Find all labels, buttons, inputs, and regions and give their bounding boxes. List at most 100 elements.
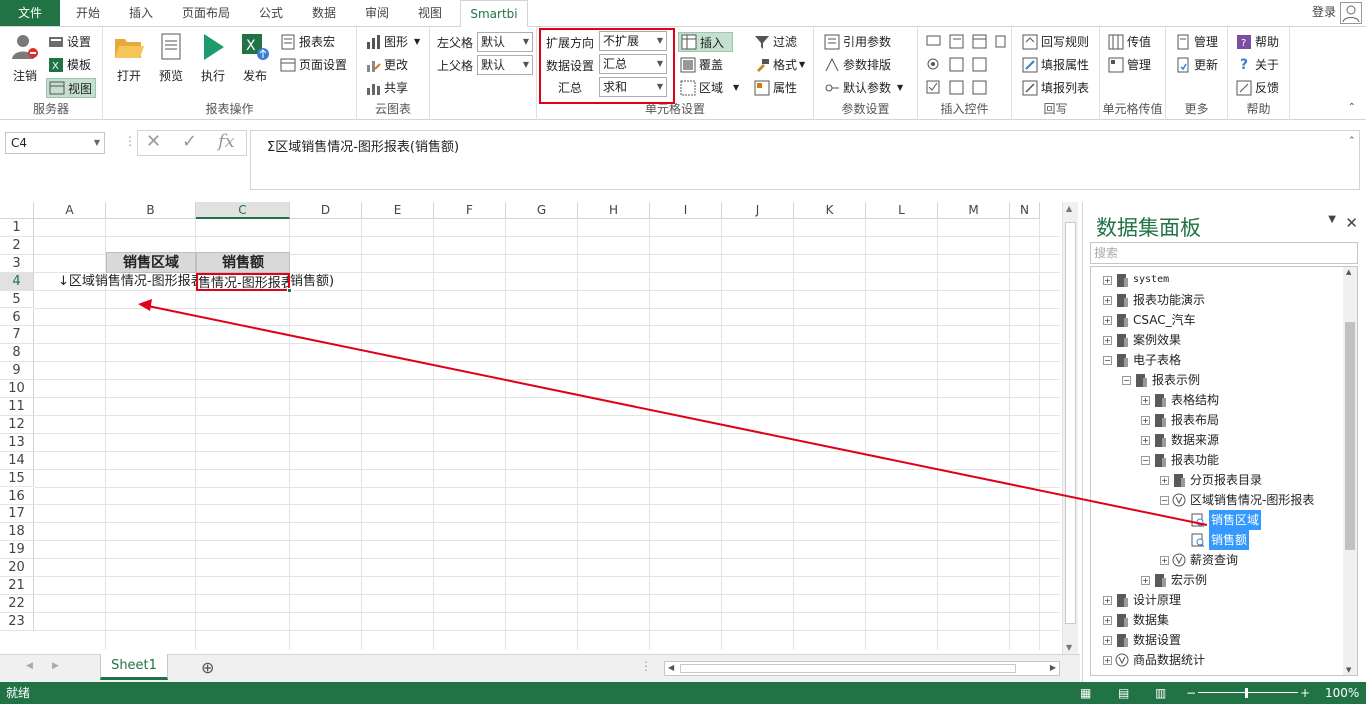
add-sheet-icon[interactable]: ⊕ <box>201 658 214 677</box>
tree-item-6[interactable]: + 表格结构 <box>1141 390 1219 410</box>
page-break-view-icon[interactable]: ▥ <box>1155 682 1166 704</box>
tree-item-0[interactable]: + system <box>1103 270 1169 290</box>
scroll-right-icon[interactable]: ▶ <box>1050 663 1056 672</box>
column-header-i[interactable]: I <box>650 202 722 219</box>
sheet-tab-sheet1[interactable]: Sheet1 <box>100 654 168 680</box>
fill-list-button[interactable]: 填报列表 <box>1022 79 1089 96</box>
scroll-left-icon[interactable]: ◀ <box>668 663 674 672</box>
column-header-a[interactable]: A <box>34 202 106 219</box>
vertical-scrollbar[interactable]: ▲ ▼ <box>1062 202 1078 654</box>
expand-icon[interactable]: + <box>1141 415 1150 425</box>
expand-icon[interactable]: + <box>1103 595 1112 605</box>
cell-c3-sales-amount[interactable]: 销售额 <box>196 251 290 273</box>
insert-button[interactable]: 插入 <box>678 32 734 52</box>
column-header-j[interactable]: J <box>722 202 794 219</box>
collapse-icon[interactable]: − <box>1103 355 1112 365</box>
row-header-11[interactable]: 11 <box>0 398 34 416</box>
cell-b4-region-field[interactable]: ↓区域销售情况-图形报表(销 <box>58 273 208 291</box>
login-link[interactable]: 登录 <box>1312 0 1336 24</box>
feedback-button[interactable]: 反馈 <box>1236 79 1279 96</box>
row-header-10[interactable]: 10 <box>0 380 34 398</box>
format-dropdown-icon[interactable]: ▼ <box>799 60 805 69</box>
select-all-corner[interactable] <box>0 202 34 219</box>
tree-item-4[interactable]: − 电子表格 <box>1103 350 1181 370</box>
fill-property-button[interactable]: 填报属性 <box>1022 56 1089 73</box>
tree-scrollbar[interactable]: ▲ ▼ <box>1343 267 1357 675</box>
area-button[interactable]: 区域 ▼ <box>680 79 739 96</box>
user-icon[interactable] <box>1340 2 1362 24</box>
column-header-b[interactable]: B <box>106 202 196 219</box>
row-header-4[interactable]: 4 <box>0 272 34 291</box>
column-header-h[interactable]: H <box>578 202 650 219</box>
tree-item-13[interactable]: 销售额 <box>1179 530 1250 550</box>
expand-icon[interactable]: + <box>1103 615 1112 625</box>
tree-item-2[interactable]: + CSAC_汽车 <box>1103 310 1196 330</box>
tree-item-10[interactable]: + 分页报表目录 <box>1160 470 1262 490</box>
control-icons-grid[interactable] <box>926 34 1006 96</box>
row-header-2[interactable]: 2 <box>0 236 34 255</box>
formula-bar-grip[interactable]: ⋮ <box>124 134 136 148</box>
row-header-22[interactable]: 22 <box>0 594 34 613</box>
expand-icon[interactable]: + <box>1103 655 1112 665</box>
update-button[interactable]: 更新 <box>1175 56 1218 73</box>
about-button[interactable]: ? 关于 <box>1236 56 1279 73</box>
expand-icon[interactable]: + <box>1141 575 1150 585</box>
filter-button[interactable]: 过滤 <box>754 33 797 50</box>
collapse-icon[interactable]: − <box>1122 375 1131 385</box>
column-header-d[interactable]: D <box>290 202 362 219</box>
share-button[interactable]: 共享 <box>365 79 408 96</box>
row-header-13[interactable]: 13 <box>0 433 34 452</box>
tree-scroll-down-icon[interactable]: ▼ <box>1346 666 1351 674</box>
tree-item-15[interactable]: + 宏示例 <box>1141 570 1207 590</box>
row-header-8[interactable]: 8 <box>0 344 34 363</box>
format-button[interactable]: 格式 ▼ <box>754 56 805 73</box>
row-header-14[interactable]: 14 <box>0 451 34 470</box>
expand-icon[interactable]: + <box>1103 275 1112 285</box>
tree-item-14[interactable]: + 薪资查询 <box>1160 550 1238 570</box>
expand-icon[interactable]: + <box>1160 555 1169 565</box>
horizontal-scroll-thumb[interactable] <box>680 664 1016 673</box>
modify-button[interactable]: 更改 <box>365 56 408 73</box>
row-header-19[interactable]: 19 <box>0 541 34 560</box>
cell-b3-sales-region[interactable]: 销售区域 <box>106 251 196 273</box>
tree-item-11[interactable]: − 区域销售情况-图形报表 <box>1160 490 1314 510</box>
column-header-l[interactable]: L <box>866 202 938 219</box>
name-box[interactable]: C4 ▼ <box>5 132 105 154</box>
zoom-slider-handle[interactable] <box>1245 688 1248 698</box>
fill-handle[interactable] <box>287 287 292 293</box>
manage-button[interactable]: 管理 <box>1175 33 1218 50</box>
expand-icon[interactable]: + <box>1103 635 1112 645</box>
formula-input[interactable]: Σ区域销售情况-图形报表(销售额) <box>250 130 1360 190</box>
tree-item-9[interactable]: − 报表功能 <box>1141 450 1219 470</box>
tree-item-8[interactable]: + 数据来源 <box>1141 430 1219 450</box>
tree-item-5[interactable]: − 报表示例 <box>1122 370 1200 390</box>
tab-split-grip[interactable]: ⋮ <box>640 659 652 673</box>
row-header-20[interactable]: 20 <box>0 559 34 577</box>
tree-item-18[interactable]: + 数据设置 <box>1103 630 1181 650</box>
expand-icon[interactable]: + <box>1160 475 1169 485</box>
pass-manage-button[interactable]: 管理 <box>1108 56 1151 73</box>
tree-scroll-up-icon[interactable]: ▲ <box>1346 268 1351 276</box>
normal-view-icon[interactable]: ▦ <box>1080 682 1091 704</box>
row-header-17[interactable]: 17 <box>0 505 34 524</box>
tree-item-3[interactable]: + 案例效果 <box>1103 330 1181 350</box>
column-header-f[interactable]: F <box>434 202 506 219</box>
column-header-k[interactable]: K <box>794 202 866 219</box>
template-button[interactable]: X 模板 <box>48 56 91 73</box>
row-header-23[interactable]: 23 <box>0 612 34 631</box>
pass-value-button[interactable]: 传值 <box>1108 33 1151 50</box>
preview-button[interactable]: 预览 <box>151 31 191 84</box>
expand-formula-icon[interactable]: ⌃ <box>1348 136 1356 146</box>
help-button[interactable]: ? 帮助 <box>1236 33 1279 50</box>
zoom-in-icon[interactable]: + <box>1300 682 1310 704</box>
chart-dropdown-icon[interactable]: ▼ <box>414 37 420 46</box>
tab-review[interactable]: 审阅 <box>353 0 401 26</box>
collapse-icon[interactable]: − <box>1141 455 1150 465</box>
row-header-6[interactable]: 6 <box>0 308 34 327</box>
tab-insert[interactable]: 插入 <box>117 0 165 26</box>
page-setup-button[interactable]: 页面设置 <box>280 56 347 73</box>
tab-file[interactable]: 文件 <box>0 0 60 26</box>
column-header-e[interactable]: E <box>362 202 434 219</box>
expand-icon[interactable]: + <box>1141 435 1150 445</box>
tab-formulas[interactable]: 公式 <box>247 0 295 26</box>
